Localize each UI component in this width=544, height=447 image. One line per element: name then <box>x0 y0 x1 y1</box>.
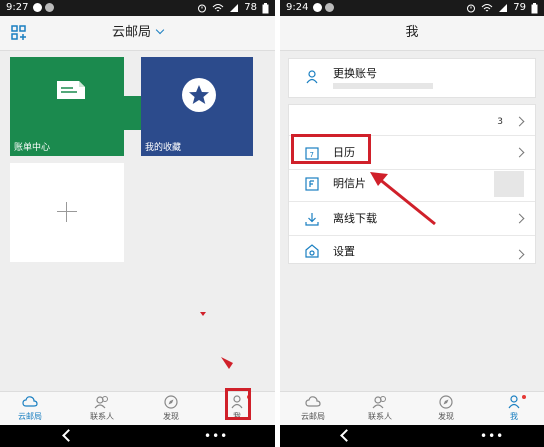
row-label: 设置 <box>333 245 355 258</box>
cloud-icon <box>22 396 38 407</box>
annotation-arrow <box>370 172 436 226</box>
account-email-redacted <box>333 83 433 89</box>
tab-mail-home[interactable]: 云邮局 <box>288 392 338 426</box>
download-icon <box>305 213 319 226</box>
row-count-badge: 3 <box>497 117 503 127</box>
chevron-right-icon <box>514 213 525 224</box>
settings-icon <box>305 244 319 258</box>
tab-discover[interactable]: 发现 <box>421 392 471 426</box>
system-nav-bar: ••• <box>0 425 275 447</box>
top-bar: 我 <box>280 16 544 51</box>
app-notification-icon <box>325 3 334 12</box>
contacts-icon <box>372 396 386 409</box>
postcard-icon <box>305 177 319 191</box>
tab-label: 我 <box>510 412 518 421</box>
page-title: 我 <box>405 25 419 40</box>
tab-label: 联系人 <box>368 412 392 421</box>
chevron-down-icon <box>155 25 165 35</box>
favorites-tile[interactable]: 我的收藏 <box>141 57 253 156</box>
menu-row-settings[interactable]: 设置 <box>289 234 535 262</box>
chat-notification-icon <box>33 3 42 12</box>
document-icon <box>57 81 85 99</box>
bill-center-tile[interactable]: 账单中心 <box>10 57 124 156</box>
redacted-area <box>494 171 524 197</box>
star-icon <box>182 78 216 112</box>
signal-icon <box>499 4 508 12</box>
status-bar: 9:27 78 <box>0 0 275 16</box>
tab-label: 联系人 <box>90 412 114 421</box>
signal-icon <box>230 4 239 12</box>
app-notification-icon <box>45 3 54 12</box>
alarm-icon <box>198 4 207 13</box>
tile-label: 我的收藏 <box>145 143 182 153</box>
add-tile-button[interactable] <box>10 163 124 262</box>
annotation-highlight-me-tab <box>225 388 251 420</box>
compass-icon <box>164 395 178 409</box>
switch-account-label: 更换账号 <box>333 67 377 80</box>
battery-icon <box>262 2 269 13</box>
status-time: 9:24 <box>286 2 309 13</box>
cloud-icon <box>305 396 321 407</box>
chevron-right-icon <box>514 147 525 158</box>
battery-level: 79 <box>513 2 526 13</box>
mailbox-selector[interactable]: 云邮局 <box>0 16 275 50</box>
status-bar: 9:24 79 <box>280 0 544 16</box>
status-time: 9:27 <box>6 2 29 13</box>
alarm-icon <box>467 4 476 13</box>
tab-label: 发现 <box>163 412 179 421</box>
tab-contacts[interactable]: 联系人 <box>355 392 405 426</box>
tab-label: 发现 <box>438 412 454 421</box>
annotation-arrow-head <box>221 357 233 369</box>
top-bar: 云邮局 <box>0 16 275 51</box>
chevron-right-icon <box>514 116 525 127</box>
page-title: 云邮局 <box>111 25 151 40</box>
more-icon[interactable]: ••• <box>480 430 504 442</box>
plus-icon-vertical <box>66 202 67 222</box>
tab-label: 云邮局 <box>18 412 42 421</box>
switch-account-row[interactable]: 更换账号 <box>288 58 536 98</box>
plus-icon <box>57 211 77 212</box>
battery-level: 78 <box>244 2 257 13</box>
row-label: 明信片 <box>333 177 366 190</box>
chat-notification-icon <box>313 3 322 12</box>
tab-contacts[interactable]: 联系人 <box>77 392 127 426</box>
tab-discover[interactable]: 发现 <box>146 392 196 426</box>
bottom-tab-bar: 云邮局 联系人 发现 我 <box>280 391 544 426</box>
tab-mail-home[interactable]: 云邮局 <box>5 392 55 426</box>
back-icon[interactable] <box>62 429 75 442</box>
notification-dot <box>522 395 526 399</box>
tab-label: 云邮局 <box>301 412 325 421</box>
tab-me[interactable]: 我 <box>489 392 539 426</box>
tile-label: 账单中心 <box>14 143 51 153</box>
phone-screen-mail-home: 9:27 78 云邮局 账单中心 我的收藏 云邮局 联系人 发现 我 ••• <box>0 0 275 447</box>
compass-icon <box>439 395 453 409</box>
annotation-mark <box>200 312 206 316</box>
person-icon <box>508 395 520 409</box>
person-icon <box>306 70 318 84</box>
more-icon[interactable]: ••• <box>204 430 228 442</box>
back-icon[interactable] <box>340 429 353 442</box>
annotation-highlight-calendar <box>291 134 371 164</box>
system-nav-bar: ••• <box>280 425 544 447</box>
wifi-icon <box>481 4 493 12</box>
battery-icon <box>531 2 538 13</box>
wifi-icon <box>212 4 224 12</box>
phone-screen-me: 9:24 79 我 更换账号 3 7 日历 明信片 离线下载 设置 云邮局 联系… <box>280 0 544 447</box>
contacts-icon <box>94 396 108 409</box>
chevron-right-icon <box>514 249 525 260</box>
